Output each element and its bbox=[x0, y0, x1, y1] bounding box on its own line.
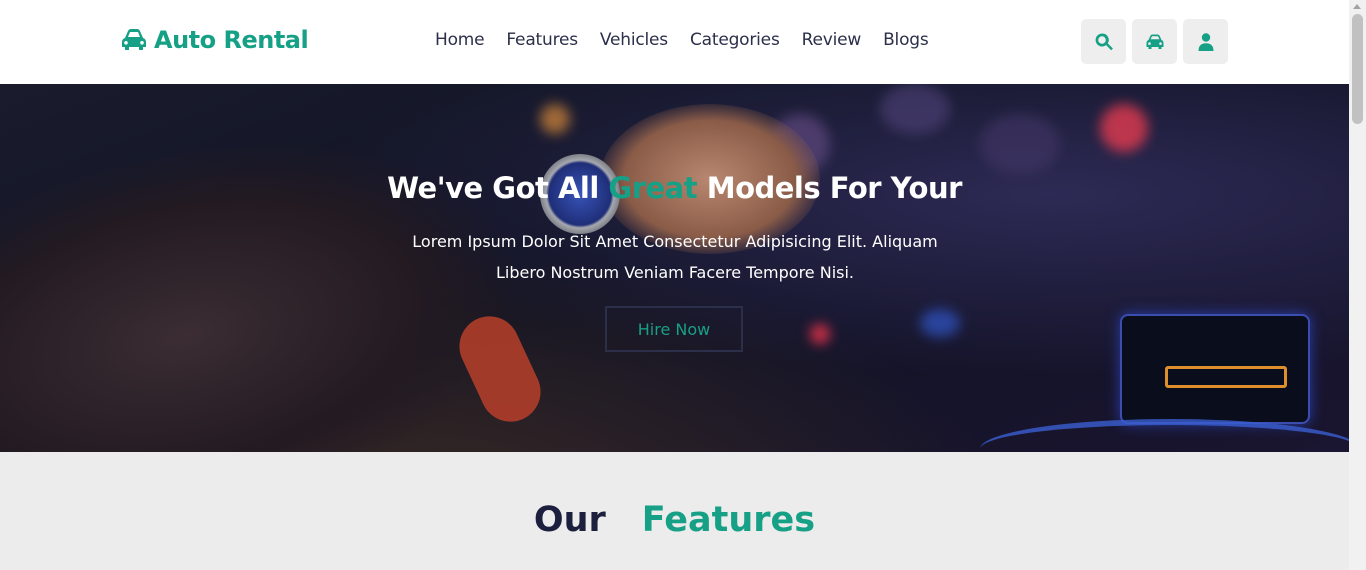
hire-now-button[interactable]: Hire Now bbox=[605, 306, 743, 352]
hero-title-accent: Great bbox=[608, 171, 698, 205]
user-icon bbox=[1198, 32, 1213, 51]
hero-title-part2: Models For Your bbox=[706, 171, 963, 205]
features-heading: Our Features bbox=[0, 500, 1349, 540]
header-icon-buttons bbox=[1081, 19, 1228, 64]
hero-banner: We've Got All Great Models For Your Lore… bbox=[0, 84, 1349, 452]
car-icon bbox=[122, 29, 146, 50]
hero-title-part1: We've Got All bbox=[387, 171, 599, 205]
nav-blogs[interactable]: Blogs bbox=[883, 30, 929, 50]
nav-review[interactable]: Review bbox=[802, 30, 862, 50]
search-button[interactable] bbox=[1081, 19, 1126, 64]
brand-logo[interactable]: Auto Rental bbox=[120, 26, 309, 54]
account-button[interactable] bbox=[1183, 19, 1228, 64]
vehicles-button[interactable] bbox=[1132, 19, 1177, 64]
nav-categories[interactable]: Categories bbox=[690, 30, 780, 50]
site-header: Auto Rental Home Features Vehicles Categ… bbox=[0, 0, 1349, 84]
nav-home[interactable]: Home bbox=[435, 30, 485, 50]
hero-title: We've Got All Great Models For Your bbox=[0, 171, 1349, 205]
search-icon bbox=[1095, 32, 1113, 50]
hero-content: We've Got All Great Models For Your Lore… bbox=[0, 84, 1349, 452]
page-scrollbar[interactable] bbox=[1349, 0, 1366, 570]
features-heading-word1: Our bbox=[533, 500, 606, 540]
scrollbar-thumb[interactable] bbox=[1352, 14, 1363, 124]
nav-vehicles[interactable]: Vehicles bbox=[600, 30, 668, 50]
brand-name: Auto Rental bbox=[154, 26, 309, 54]
car-icon bbox=[1146, 34, 1163, 49]
hero-subtitle: Lorem Ipsum Dolor Sit Amet Consectetur A… bbox=[412, 232, 938, 282]
features-heading-word2: Features bbox=[641, 500, 816, 540]
main-nav: Home Features Vehicles Categories Review… bbox=[435, 30, 951, 50]
nav-features[interactable]: Features bbox=[506, 30, 578, 50]
scroll-up-arrow-icon[interactable] bbox=[1353, 4, 1361, 9]
